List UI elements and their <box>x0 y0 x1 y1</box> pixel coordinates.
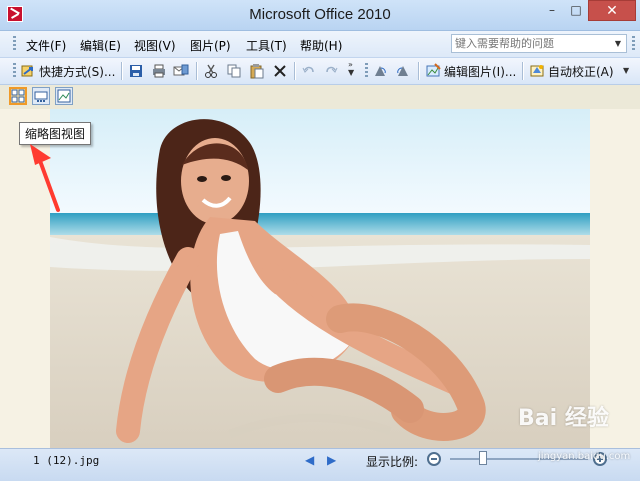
menu-view[interactable]: 视图(V) <box>134 37 176 54</box>
auto-correct-button[interactable]: 自动校正(A) <box>529 61 614 81</box>
maximize-button[interactable]: □ <box>564 0 588 21</box>
copy-icon[interactable] <box>226 63 242 79</box>
menu-edit[interactable]: 编辑(E) <box>80 37 121 54</box>
toolbar-grip[interactable] <box>365 63 368 79</box>
single-picture-icon <box>57 89 71 103</box>
standard-toolbar: 快捷方式(S)... » ▼ 编辑图片(I)... 自动校正(A) ▼ <box>0 58 640 85</box>
filmstrip-icon <box>34 91 48 102</box>
delete-icon[interactable] <box>272 63 288 79</box>
filmstrip-view-button[interactable] <box>32 87 50 105</box>
cut-icon[interactable] <box>203 63 219 79</box>
help-search-box[interactable]: ▼ <box>451 34 627 53</box>
previous-picture-icon[interactable]: ◀ <box>305 454 315 466</box>
auto-correct-label: 自动校正(A) <box>548 64 614 79</box>
toolbar-grip[interactable] <box>13 63 16 79</box>
menu-tools[interactable]: 工具(T) <box>246 37 287 54</box>
menu-help[interactable]: 帮助(H) <box>300 37 342 54</box>
save-icon[interactable] <box>128 63 144 79</box>
rotate-left-icon[interactable] <box>372 63 388 79</box>
minimize-button[interactable]: – <box>540 0 564 21</box>
toolbar-separator <box>294 62 295 80</box>
toolbar-separator <box>522 62 523 80</box>
rotate-right-icon[interactable] <box>395 63 411 79</box>
menu-bar: 文件(F) 编辑(E) 视图(V) 图片(P) 工具(T) 帮助(H) ▼ <box>0 31 640 58</box>
toolbar-overflow-chevron-icon[interactable]: » ▼ <box>348 61 354 77</box>
toolbar-separator <box>196 62 197 80</box>
chevron-down-icon[interactable]: ▼ <box>612 37 624 50</box>
current-file-name: 1 (12).jpg <box>33 454 100 467</box>
thumbnail-view-button[interactable] <box>9 87 27 105</box>
toolbar-separator <box>121 62 122 80</box>
auto-correct-icon <box>530 65 544 77</box>
print-icon[interactable] <box>151 63 167 79</box>
edit-picture-label: 编辑图片(I)... <box>444 64 517 79</box>
shortcut-button[interactable]: 快捷方式(S)... <box>20 61 115 81</box>
watermark-url: jingyan.baidu.com <box>538 451 631 462</box>
paste-icon[interactable] <box>249 63 265 79</box>
redo-icon[interactable] <box>323 63 339 79</box>
toolbar-options-chevron-icon[interactable]: ▼ <box>623 66 629 75</box>
shortcut-label: 快捷方式(S)... <box>39 64 116 79</box>
view-toolbar <box>0 85 640 109</box>
displayed-photo <box>50 109 590 448</box>
undo-icon[interactable] <box>301 63 317 79</box>
menu-grip[interactable] <box>13 36 16 52</box>
next-picture-icon[interactable]: ▶ <box>327 454 337 466</box>
baidu-watermark: Bai 经验 <box>518 406 609 431</box>
zoom-out-icon[interactable] <box>427 452 441 466</box>
zoom-label: 显示比例: <box>366 455 419 469</box>
send-mail-icon[interactable] <box>173 63 189 79</box>
edit-picture-button[interactable]: 编辑图片(I)... <box>425 61 516 81</box>
red-pointer-arrow-icon <box>30 144 60 212</box>
help-grip <box>632 36 635 52</box>
help-search-input[interactable] <box>452 35 613 52</box>
zoom-slider-thumb[interactable] <box>478 451 487 465</box>
picture-viewer-area[interactable] <box>0 109 640 448</box>
menu-file[interactable]: 文件(F) <box>26 37 66 54</box>
title-bar: Microsoft Office 2010 – □ ✕ <box>0 0 640 31</box>
edit-picture-icon <box>426 63 441 77</box>
beach-photo-illustration <box>50 109 590 448</box>
shortcut-icon <box>21 65 33 77</box>
toolbar-separator <box>418 62 419 80</box>
single-picture-view-button[interactable] <box>55 87 73 105</box>
menu-picture[interactable]: 图片(P) <box>190 37 231 54</box>
close-button[interactable]: ✕ <box>588 0 636 21</box>
thumbnail-grid-icon <box>11 89 25 103</box>
